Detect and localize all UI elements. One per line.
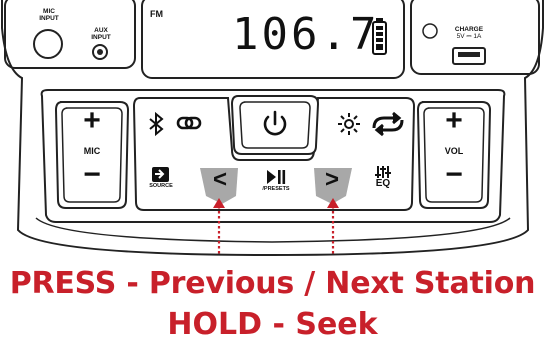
prev-pointer-arrow — [213, 198, 225, 256]
mic-input-label: MIC INPUT — [34, 8, 64, 22]
next-pointer-arrow — [327, 198, 339, 256]
press-caption: PRESS - Previous / Next Station — [9, 266, 536, 301]
next-button[interactable] — [312, 166, 352, 206]
link-button[interactable] — [172, 104, 228, 144]
play-pause-presets-button[interactable] — [244, 162, 308, 206]
prev-button[interactable] — [200, 166, 240, 206]
mic-input-label-line1: MIC — [43, 8, 55, 15]
frequency-display: 106.7 — [232, 9, 380, 60]
eq-button[interactable] — [360, 162, 408, 206]
vol-down-button[interactable] — [422, 156, 486, 206]
mic-up-button[interactable] — [60, 104, 124, 154]
usb-icon[interactable] — [452, 47, 486, 65]
aux-input-label: AUX INPUT — [86, 27, 116, 41]
mic-input-jack[interactable] — [33, 29, 63, 59]
fm-label: FM — [150, 9, 163, 19]
light-button[interactable] — [334, 104, 364, 144]
charge-label-title: CHARGE — [454, 26, 484, 33]
aux-input-label-line1: AUX — [94, 27, 108, 34]
charge-indicator — [422, 23, 438, 39]
aux-input-label-line2: INPUT — [91, 34, 111, 41]
hold-caption: HOLD - Seek — [167, 307, 378, 342]
aux-jack-hole — [97, 49, 103, 55]
bluetooth-button[interactable] — [140, 104, 170, 144]
mic-down-button[interactable] — [60, 156, 124, 206]
charge-label-spec: 5V ⎓ 1A — [456, 33, 482, 40]
repeat-button[interactable] — [368, 104, 408, 144]
source-button[interactable] — [142, 162, 194, 206]
charge-label: CHARGE 5V ⎓ 1A — [447, 26, 491, 40]
mic-input-label-line2: INPUT — [39, 15, 59, 22]
vol-up-button[interactable] — [422, 104, 486, 154]
